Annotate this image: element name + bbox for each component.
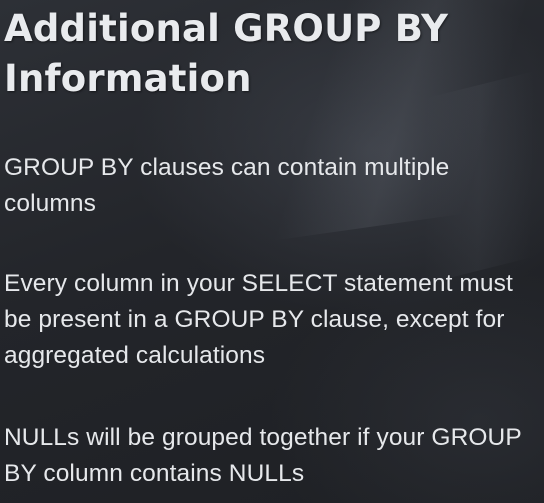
presentation-slide: Additional GROUP BY Information GROUP BY…: [0, 0, 544, 503]
bullet-text: Every column in your SELECT statement mu…: [4, 270, 513, 369]
bullet-text: NULLs will be grouped together if your G…: [4, 424, 522, 487]
bullet-text: GROUP BY clauses can contain multiple co…: [4, 154, 450, 217]
slide-title: Additional GROUP BY Information: [4, 7, 449, 100]
